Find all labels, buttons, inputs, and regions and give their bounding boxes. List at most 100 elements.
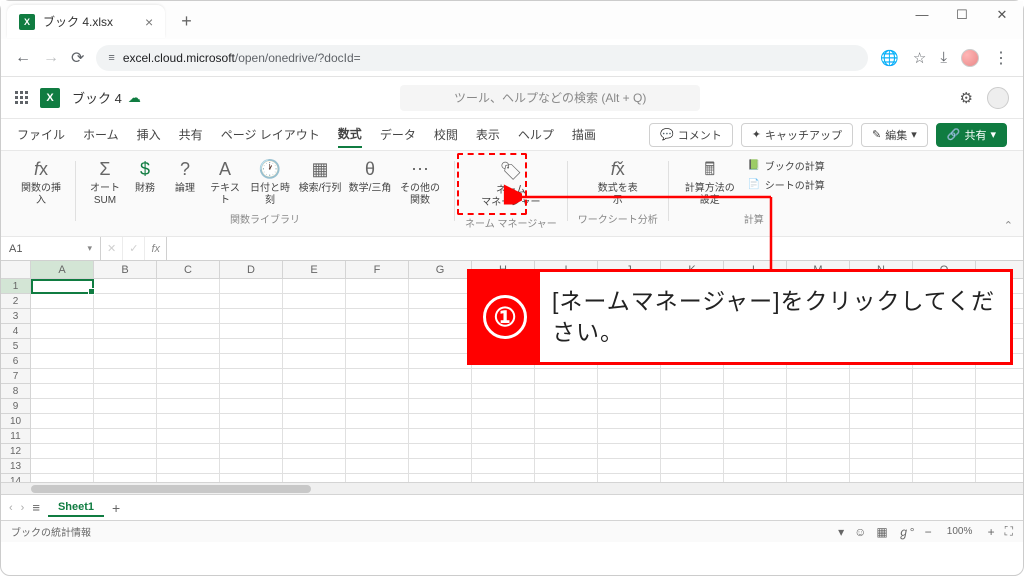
row-header[interactable]: 8 (1, 384, 31, 399)
edit-mode-button[interactable]: ✎編集▾ (861, 123, 928, 147)
cell[interactable] (472, 444, 535, 458)
cell[interactable] (346, 339, 409, 353)
cell[interactable] (283, 309, 346, 323)
cancel-formula-icon[interactable]: ✕ (101, 237, 123, 260)
financial-button[interactable]: $財務 (126, 157, 164, 209)
cell[interactable] (220, 444, 283, 458)
cell[interactable] (220, 339, 283, 353)
cell[interactable] (220, 414, 283, 428)
back-icon[interactable]: ← (15, 49, 31, 67)
cell[interactable] (850, 459, 913, 473)
cell[interactable] (913, 369, 976, 383)
cell[interactable] (283, 369, 346, 383)
tab-review[interactable]: 校閲 (434, 122, 458, 147)
column-header[interactable]: E (283, 261, 346, 278)
cell[interactable] (661, 414, 724, 428)
cell[interactable] (850, 399, 913, 413)
cell[interactable] (409, 369, 472, 383)
new-tab-button[interactable]: + (175, 11, 198, 38)
cell[interactable] (913, 429, 976, 443)
cell[interactable] (535, 429, 598, 443)
text-button[interactable]: Aテキスト (206, 157, 244, 209)
column-header[interactable]: F (346, 261, 409, 278)
cell[interactable] (850, 414, 913, 428)
cell[interactable] (283, 429, 346, 443)
cell[interactable] (724, 414, 787, 428)
cell[interactable] (472, 369, 535, 383)
cell[interactable] (724, 399, 787, 413)
cell[interactable] (157, 339, 220, 353)
row-header[interactable]: 10 (1, 414, 31, 429)
cell[interactable] (220, 279, 283, 293)
fullscreen-icon[interactable]: ⛶ (1005, 524, 1013, 539)
cell[interactable] (661, 459, 724, 473)
cell[interactable] (409, 414, 472, 428)
cell[interactable] (409, 339, 472, 353)
cell[interactable] (220, 309, 283, 323)
cell[interactable] (346, 324, 409, 338)
cell[interactable] (157, 429, 220, 443)
profile-avatar-icon[interactable] (961, 49, 979, 67)
cell[interactable] (661, 369, 724, 383)
tab-home[interactable]: ホーム (83, 122, 119, 147)
row-header[interactable]: 2 (1, 294, 31, 309)
cell[interactable] (157, 324, 220, 338)
cell[interactable] (787, 459, 850, 473)
cell[interactable] (598, 459, 661, 473)
collapse-ribbon-icon[interactable]: ⌃ (1004, 219, 1013, 232)
cell[interactable] (724, 459, 787, 473)
autosum-button[interactable]: Σオート SUM (86, 157, 124, 209)
cell[interactable] (598, 369, 661, 383)
cell[interactable] (787, 399, 850, 413)
user-avatar-icon[interactable] (987, 87, 1009, 109)
maximize-icon[interactable]: ☐ (951, 7, 973, 23)
scroll-thumb[interactable] (31, 485, 311, 493)
cell[interactable] (409, 279, 472, 293)
close-window-icon[interactable]: ✕ (991, 7, 1013, 23)
logical-button[interactable]: ?論理 (166, 157, 204, 209)
cell[interactable] (535, 444, 598, 458)
date-time-button[interactable]: 🕐日付と時刻 (246, 157, 294, 209)
cell[interactable] (472, 429, 535, 443)
cell[interactable] (472, 414, 535, 428)
url-input[interactable]: ≡ excel.cloud.microsoft/open/onedrive/?d… (96, 45, 868, 71)
cell[interactable] (94, 324, 157, 338)
cell[interactable] (157, 369, 220, 383)
fx-button[interactable]: fx (145, 237, 167, 260)
cell[interactable] (913, 384, 976, 398)
cell[interactable] (283, 384, 346, 398)
row-header[interactable]: 11 (1, 429, 31, 444)
cell[interactable] (409, 444, 472, 458)
feedback-icon[interactable]: ☺ (854, 525, 866, 539)
cell[interactable] (787, 444, 850, 458)
insert-function-button[interactable]: fx関数の挿入 (17, 157, 65, 209)
cell[interactable] (283, 339, 346, 353)
cell[interactable] (598, 399, 661, 413)
bookmark-icon[interactable]: ☆ (913, 49, 926, 67)
cell[interactable] (850, 384, 913, 398)
cell[interactable] (409, 324, 472, 338)
minimize-icon[interactable]: — (911, 7, 933, 23)
math-trig-button[interactable]: θ数学/三角 (346, 157, 394, 209)
calc-workbook-button[interactable]: 📗ブックの計算 (743, 157, 829, 174)
close-tab-icon[interactable]: × (145, 14, 153, 30)
tab-view[interactable]: 表示 (476, 122, 500, 147)
cell[interactable] (31, 459, 94, 473)
cell[interactable] (787, 429, 850, 443)
cell[interactable] (157, 309, 220, 323)
cell[interactable] (157, 354, 220, 368)
cell[interactable] (220, 294, 283, 308)
row-header[interactable]: 9 (1, 399, 31, 414)
cell[interactable] (598, 384, 661, 398)
cell[interactable] (283, 279, 346, 293)
cell[interactable] (94, 339, 157, 353)
cell[interactable] (220, 429, 283, 443)
cell[interactable] (850, 429, 913, 443)
cell[interactable] (157, 414, 220, 428)
calc-sheet-button[interactable]: 📄シートの計算 (743, 176, 829, 193)
cell[interactable] (94, 309, 157, 323)
cell[interactable] (535, 369, 598, 383)
cell[interactable] (661, 429, 724, 443)
cell[interactable] (913, 444, 976, 458)
cell[interactable] (724, 384, 787, 398)
